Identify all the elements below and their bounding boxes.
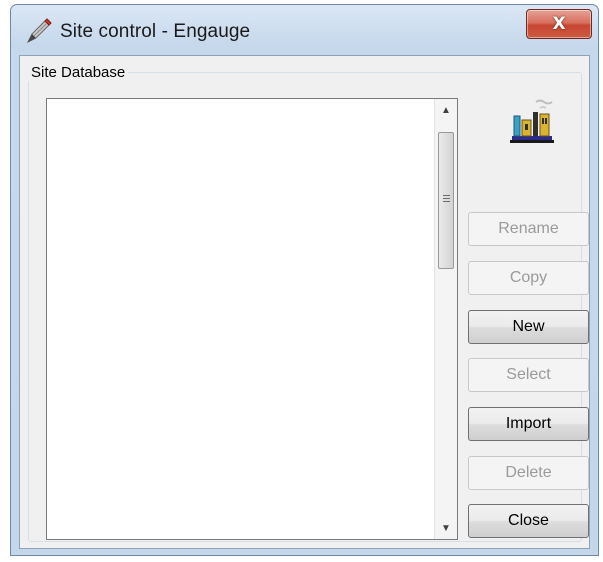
dialog-window: Site control - Engauge X Site Database ▲… xyxy=(10,4,599,556)
scroll-thumb[interactable] xyxy=(438,132,454,269)
close-button[interactable]: Close xyxy=(468,504,589,538)
site-database-label: Site Database xyxy=(28,64,129,81)
vertical-scrollbar[interactable]: ▲ ▼ xyxy=(434,99,457,539)
scroll-up-button[interactable]: ▲ xyxy=(435,99,457,121)
dialog-client-area: Site Database ▲ ▼ Rename Copy New Select… xyxy=(19,55,590,549)
window-title: Site control - Engauge xyxy=(60,21,251,42)
arrow-down-icon: ▼ xyxy=(441,522,451,534)
scroll-down-button[interactable]: ▼ xyxy=(435,517,457,539)
title-bar[interactable]: Site control - Engauge X xyxy=(11,5,598,55)
grip-icon xyxy=(443,195,450,204)
delete-button[interactable]: Delete xyxy=(468,456,589,490)
import-button[interactable]: Import xyxy=(468,407,589,441)
pencil-icon xyxy=(25,17,53,45)
window-close-button[interactable]: X xyxy=(526,9,592,39)
close-icon: X xyxy=(552,14,566,34)
factory-icon xyxy=(506,96,558,146)
new-button[interactable]: New xyxy=(468,310,589,344)
copy-button[interactable]: Copy xyxy=(468,261,589,295)
site-list[interactable]: ▲ ▼ xyxy=(46,98,458,540)
arrow-up-icon: ▲ xyxy=(441,104,451,116)
select-button[interactable]: Select xyxy=(468,358,589,392)
rename-button[interactable]: Rename xyxy=(468,212,589,246)
